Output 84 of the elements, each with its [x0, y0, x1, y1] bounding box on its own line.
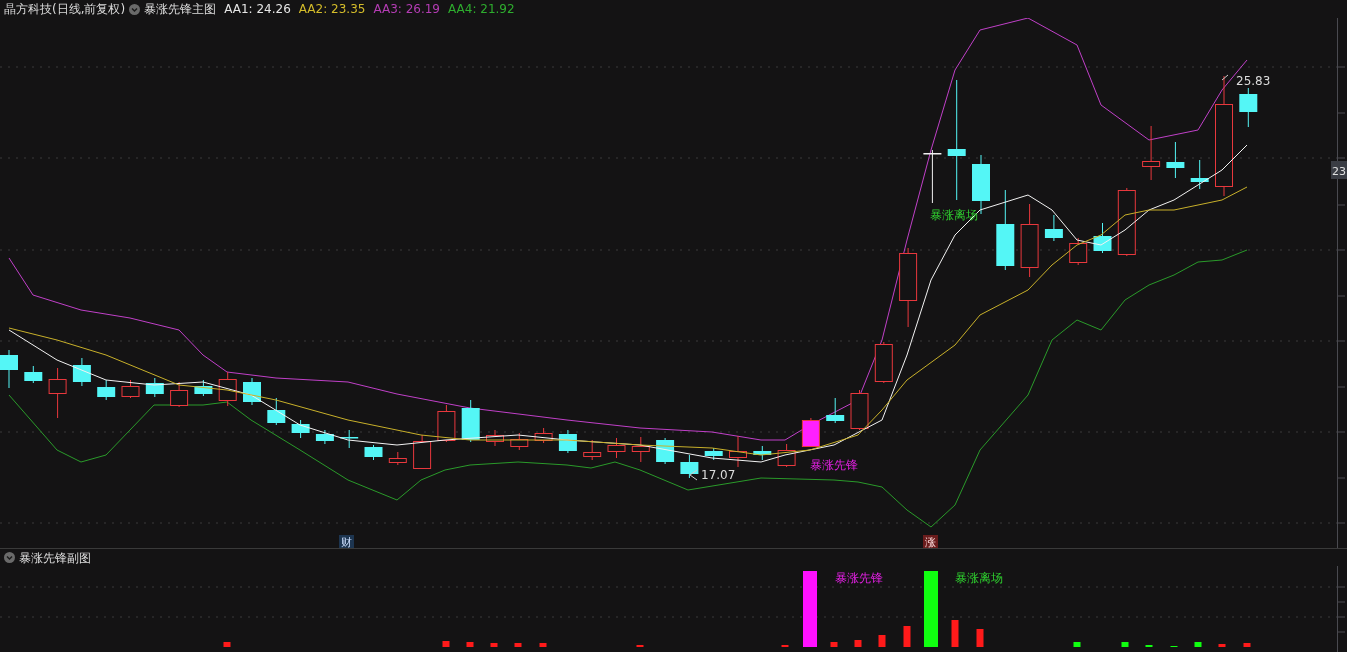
candlestick	[461, 399, 480, 443]
indicator-bar	[1121, 642, 1129, 647]
candlestick	[1044, 214, 1063, 242]
candlestick	[680, 454, 699, 479]
candlestick	[583, 439, 602, 461]
candlestick	[1166, 141, 1185, 179]
indicator-bar	[466, 642, 474, 647]
candlestick	[850, 389, 869, 431]
indicator-bar	[539, 643, 547, 647]
candlestick	[267, 397, 286, 426]
candlestick	[1117, 187, 1136, 257]
candlestick	[704, 447, 723, 461]
candlestick	[291, 419, 310, 439]
indicator-bar	[951, 620, 959, 647]
indicator-value: AA2: 23.35	[298, 1, 366, 18]
indicator-bar	[1218, 644, 1226, 647]
indicator-bar	[223, 642, 231, 647]
candlestick	[72, 357, 91, 387]
candlestick	[437, 404, 456, 443]
event-tag[interactable]: 涨	[923, 535, 938, 548]
candlestick	[753, 445, 772, 461]
candlestick	[315, 429, 334, 445]
signal-label: 暴涨先锋	[835, 571, 883, 585]
candlestick	[801, 417, 820, 447]
indicator-bar	[781, 645, 789, 647]
low-price-label: 17.07	[689, 468, 736, 482]
indicator-bar	[1170, 646, 1178, 647]
dropdown-caret-icon[interactable]	[4, 552, 15, 563]
candlestick	[1069, 237, 1088, 266]
candlestick	[121, 379, 140, 399]
candlestick	[413, 434, 432, 469]
candlestick	[48, 367, 67, 419]
indicator-bar	[878, 635, 886, 647]
candlestick	[170, 381, 189, 408]
candlestick	[486, 429, 504, 447]
candlestick	[607, 437, 626, 459]
candlestick	[729, 435, 747, 468]
candlestick	[388, 451, 407, 466]
candlestick	[97, 379, 116, 401]
candlestick	[145, 377, 164, 398]
candlestick	[510, 432, 529, 451]
signal-label: 暴涨离场	[930, 208, 978, 222]
candlestick	[0, 349, 18, 389]
candlestick	[558, 429, 577, 454]
candlestick	[1142, 125, 1161, 181]
indicator-name[interactable]: 暴涨先锋主图	[144, 0, 217, 18]
axis-price-label: 23	[1331, 161, 1347, 179]
candlestick	[340, 429, 359, 449]
candlestick	[534, 427, 553, 444]
signal-label: 暴涨离场	[955, 571, 1003, 585]
indicator-bar	[1145, 645, 1153, 647]
indicator-value: AA1: 24.26	[224, 1, 291, 18]
sub-chart-title[interactable]: 暴涨先锋副图	[19, 548, 91, 567]
candlestick	[24, 365, 43, 384]
dropdown-caret-icon[interactable]	[129, 3, 141, 15]
candlestick	[243, 377, 261, 406]
candlestick	[1239, 87, 1258, 128]
indicator-value: AA3: 26.19	[373, 1, 440, 18]
indicator-bar	[903, 626, 911, 647]
candlestick	[1190, 159, 1209, 190]
signal-label: 暴涨先锋	[810, 458, 858, 472]
candlestick	[923, 149, 942, 204]
candlestick	[826, 397, 845, 424]
indicator-bar	[636, 645, 644, 647]
stock-title: 晶方科技(日线,前复权)	[4, 1, 126, 18]
candlestick	[631, 436, 650, 463]
indicator-value: AA4: 21.92	[448, 1, 515, 18]
candlestick	[874, 341, 893, 384]
candlestick	[218, 371, 237, 407]
indicator-bar	[1194, 642, 1202, 647]
indicator-bar	[1073, 642, 1081, 647]
indicator-bar	[514, 643, 522, 647]
candlestick	[777, 443, 796, 468]
high-price-label: 25.83	[1221, 74, 1271, 88]
indicator-bar	[854, 640, 862, 647]
event-tag[interactable]: 财	[339, 535, 354, 548]
candlestick	[364, 444, 383, 461]
indicator-bar	[442, 641, 450, 647]
indicator-bar	[490, 643, 498, 647]
indicator-bar	[976, 629, 984, 647]
indicator-bar	[830, 642, 838, 647]
candlestick	[194, 379, 213, 397]
indicator-bar	[1243, 643, 1251, 647]
candlestick	[1093, 222, 1112, 254]
